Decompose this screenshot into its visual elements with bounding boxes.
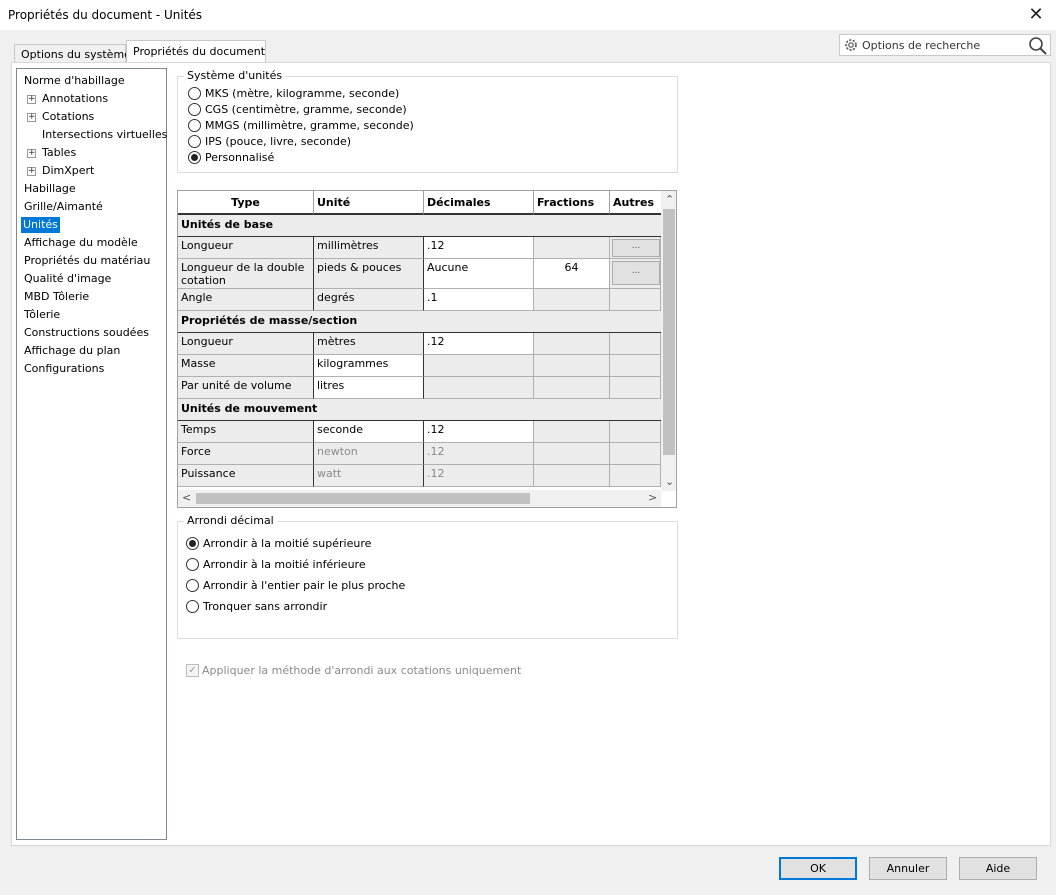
column-header-decimals[interactable]: Décimales <box>424 191 534 215</box>
rounding-group: Arrondi décimal Arrondir à la moitié sup… <box>177 514 678 639</box>
column-header-type[interactable]: Type <box>178 191 314 215</box>
tree-item-mbd-tolerie[interactable]: MBD Tôlerie <box>22 289 91 305</box>
table-row[interactable]: Longueur mètres .12 <box>178 333 661 355</box>
gear-icon[interactable] <box>843 37 859 53</box>
tree-item-affichage-modele[interactable]: Affichage du modèle <box>22 235 140 251</box>
tree-item-affichage-plan[interactable]: Affichage du plan <box>22 343 122 359</box>
horizontal-scroll-thumb[interactable] <box>196 493 530 504</box>
more-button[interactable]: ... <box>612 239 660 257</box>
column-header-other[interactable]: Autres <box>610 191 661 215</box>
options-tree: Norme d'habillage + Annotations + Cotati… <box>16 68 167 840</box>
vertical-scroll-thumb[interactable] <box>663 209 675 455</box>
tree-item-configurations[interactable]: Configurations <box>22 361 106 377</box>
ok-button[interactable]: OK <box>779 857 857 880</box>
expand-icon[interactable]: + <box>27 167 36 176</box>
table-row[interactable]: Longueur de la double cotation pieds & p… <box>178 259 661 289</box>
tree-item-unites[interactable]: Unités <box>21 217 60 233</box>
table-row[interactable]: Longueur millimètres .12 ... <box>178 237 661 259</box>
table-row[interactable]: Temps seconde .12 <box>178 421 661 443</box>
tree-item-constructions-soudees[interactable]: Constructions soudées <box>22 325 151 341</box>
units-grid: Type Unité Décimales Fractions Autres Un… <box>177 190 677 508</box>
tab-system-options[interactable]: Options du système <box>14 44 131 64</box>
tree-item-cotations[interactable]: Cotations <box>40 109 96 125</box>
scroll-right-icon[interactable]: > <box>648 491 657 504</box>
tree-item-intersections[interactable]: Intersections virtuelles <box>40 127 169 143</box>
window-title: Propriétés du document - Unités <box>8 8 203 22</box>
scroll-down-icon[interactable]: ⌄ <box>665 475 674 488</box>
tree-item-qualite-image[interactable]: Qualité d'image <box>22 271 113 287</box>
tree-item-grille[interactable]: Grille/Aimanté <box>22 199 105 215</box>
close-icon[interactable]: ✕ <box>1022 2 1050 28</box>
table-row[interactable]: Angle degrés .1 <box>178 289 661 311</box>
horizontal-scrollbar[interactable]: < > <box>178 490 661 507</box>
cancel-button[interactable]: Annuler <box>869 857 947 880</box>
vertical-scrollbar[interactable]: ⌃ ⌄ <box>661 191 676 491</box>
tree-item-tables[interactable]: Tables <box>40 145 78 161</box>
tree-item-habillage[interactable]: Habillage <box>22 181 78 197</box>
expand-icon[interactable]: + <box>27 149 36 158</box>
tree-item-tolerie[interactable]: Tôlerie <box>22 307 62 323</box>
search-input[interactable]: Options de recherche <box>862 39 980 52</box>
column-header-unit[interactable]: Unité <box>314 191 424 215</box>
expand-icon[interactable]: + <box>27 113 36 122</box>
scroll-up-icon[interactable]: ⌃ <box>665 193 674 206</box>
column-header-fractions[interactable]: Fractions <box>534 191 610 215</box>
table-row[interactable]: Masse kilogrammes <box>178 355 661 377</box>
unit-system-title: Système d'unités <box>184 69 286 82</box>
tree-item-dimxpert[interactable]: DimXpert <box>40 163 96 179</box>
search-icon[interactable] <box>1028 36 1048 55</box>
expand-icon[interactable]: + <box>27 95 36 104</box>
title-bar: Propriétés du document - Unités ✕ <box>0 0 1056 30</box>
section-base-units: Unités de base <box>178 215 661 237</box>
tab-document-properties[interactable]: Propriétés du document <box>126 40 266 63</box>
unit-system-group: Système d'unités MKS (mètre, kilogramme,… <box>177 69 678 173</box>
table-row[interactable]: Par unité de volume litres <box>178 377 661 399</box>
table-row[interactable]: Force newton .12 <box>178 443 661 465</box>
rounding-title: Arrondi décimal <box>184 514 277 527</box>
checkmark-icon: ✓ <box>186 664 199 677</box>
section-mass-properties: Propriétés de masse/section <box>178 311 661 333</box>
section-motion-units: Unités de mouvement <box>178 399 661 421</box>
scroll-left-icon[interactable]: < <box>182 491 191 504</box>
help-button[interactable]: Aide <box>959 857 1037 880</box>
search-box[interactable]: Options de recherche <box>839 34 1051 56</box>
tree-item-norme-habillage[interactable]: Norme d'habillage <box>22 73 127 89</box>
tree-item-annotations[interactable]: Annotations <box>40 91 110 107</box>
more-button[interactable]: ... <box>612 261 660 285</box>
tree-item-proprietes-materiau[interactable]: Propriétés du matériau <box>22 253 152 269</box>
table-row[interactable]: Puissance watt .12 <box>178 465 661 487</box>
